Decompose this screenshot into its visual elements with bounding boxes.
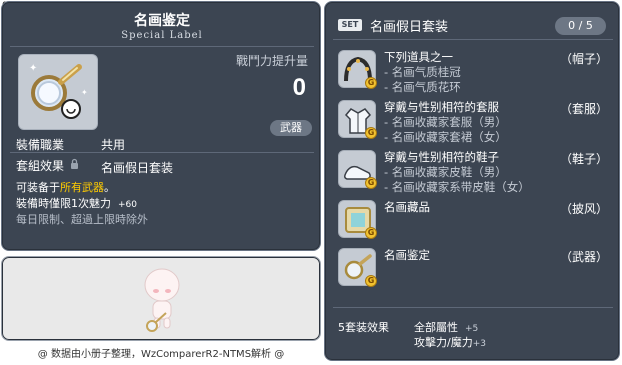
set-effect-stat-1: 全部屬性 +5 [414, 321, 479, 334]
coin-icon: G [365, 177, 377, 189]
set-effect-stat-2: 攻擊力/魔力+3 [414, 336, 486, 349]
set-item-text: 名画鉴定 [384, 248, 430, 262]
combat-power-label: 戰鬥力提升量 [235, 54, 308, 68]
item-tooltip-panel: 名画鉴定 Special Label ✦ ✦ 戰鬥力提升量 0 武器 裝備職業 … [1, 1, 321, 251]
set-badge: SET [338, 19, 362, 31]
weapon-highlight: 所有武器 [60, 181, 104, 194]
item-icon-frame: ✦ ✦ [18, 54, 98, 130]
set-info-panel: SET 名画假日套装 0 / 5 G 下列道具之一 - 名画气质桂冠 - 名画气… [324, 1, 620, 361]
set-item-text: 名画藏品 [384, 200, 430, 214]
footer-credit: @ 数据由小册子整理，WzComparerR2-NTMS解析 @ [37, 349, 285, 360]
job-label: 裝備職業 [16, 138, 65, 152]
set-title: 名画假日套装 [370, 20, 449, 35]
coin-icon: G [365, 275, 377, 287]
coin-icon: G [365, 127, 377, 139]
set-item-text: 穿戴与性别相符的套服 - 名画收藏家套服（男） - 名画收藏家套裙（女） [384, 100, 507, 144]
svg-text:✦: ✦ [81, 88, 88, 97]
desc-limit-line: 每日限制、超過上限時除外 [16, 213, 148, 226]
set-item-type: （武器） [559, 250, 608, 264]
category-badge: 武器 [270, 120, 312, 136]
svg-text:✦: ✦ [29, 63, 37, 74]
divider [333, 39, 613, 40]
desc-charm-line: 裝備時僅限1次魅力 +60 [16, 197, 137, 210]
set-effect-label: 套組效果 [16, 159, 65, 173]
set-item-slot: G [338, 248, 377, 287]
set-item-slot: G [338, 100, 377, 139]
combat-power-value: 0 [292, 74, 306, 101]
magnifier-icon: ✦ ✦ [29, 63, 88, 119]
set-item-text: 下列道具之一 - 名画气质桂冠 - 名画气质花环 [384, 50, 461, 94]
set-effect-value: 名画假日套装 [101, 161, 174, 175]
set-item-slot: G [338, 50, 377, 89]
set-item-type: （鞋子） [559, 152, 608, 166]
character-avatar [144, 268, 180, 332]
set-item-type: （披风） [559, 202, 608, 216]
divider [333, 307, 613, 308]
coin-icon: G [365, 227, 377, 239]
set-item-type: （套服） [559, 102, 608, 116]
job-value: 共用 [101, 138, 126, 152]
item-subtitle: Special Label [121, 30, 203, 41]
lock-icon [71, 158, 78, 169]
set-item-slot: G [338, 200, 377, 239]
set-item-slot: G [338, 150, 377, 189]
avatar-preview-panel [1, 256, 321, 341]
coin-icon: G [365, 77, 377, 89]
set-item-type: （帽子） [559, 52, 608, 66]
set-item-text: 穿戴与性别相符的鞋子 - 名画收藏家皮鞋（男） - 名画收藏家系带皮鞋（女） [384, 150, 530, 194]
divider [10, 46, 314, 47]
set-effect-count-label: 5套装效果 [338, 321, 389, 334]
set-count-badge: 0 / 5 [555, 17, 606, 35]
desc-equip-line: 可装备于所有武器。 [16, 181, 115, 194]
divider [10, 152, 314, 153]
item-title: 名画鉴定 [134, 13, 190, 29]
